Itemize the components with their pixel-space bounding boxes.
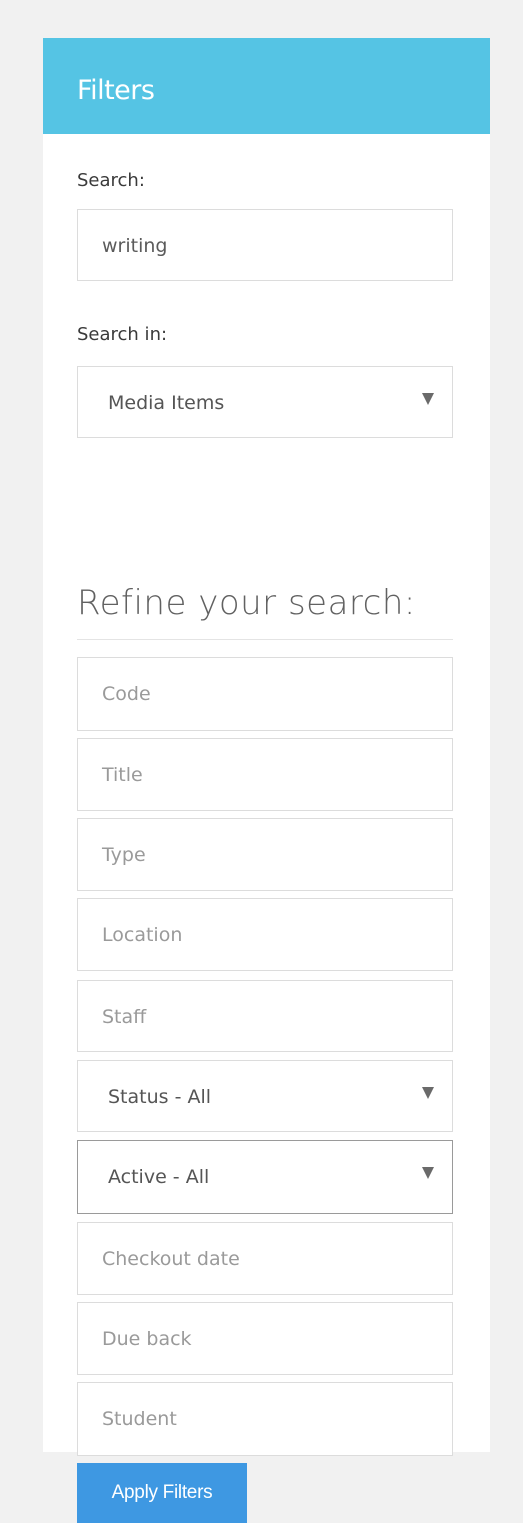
checkout-date-placeholder: Checkout date (102, 1248, 240, 1270)
search-input-value: writing (102, 235, 168, 257)
search-in-selected: Media Items (108, 392, 225, 414)
search-label: Search: (77, 170, 145, 191)
caret-down-icon (422, 1167, 434, 1179)
search-in-select[interactable]: Media Items (77, 366, 453, 438)
status-selected: Status - All (108, 1086, 212, 1108)
student-placeholder: Student (102, 1408, 177, 1430)
location-placeholder: Location (102, 924, 183, 946)
refine-heading: Refine your search: (77, 583, 416, 623)
location-field[interactable]: Location (77, 898, 453, 971)
title-placeholder: Title (102, 764, 143, 786)
code-field[interactable]: Code (77, 657, 453, 731)
divider (77, 639, 453, 640)
student-field[interactable]: Student (77, 1382, 453, 1456)
active-select[interactable]: Active - All (77, 1140, 453, 1214)
staff-field[interactable]: Staff (77, 980, 453, 1052)
code-placeholder: Code (102, 683, 151, 705)
caret-down-icon (422, 1087, 434, 1099)
search-in-label: Search in: (77, 324, 168, 345)
status-select[interactable]: Status - All (77, 1060, 453, 1132)
title-field[interactable]: Title (77, 738, 453, 811)
type-field[interactable]: Type (77, 818, 453, 891)
due-back-placeholder: Due back (102, 1328, 192, 1350)
active-selected: Active - All (108, 1166, 210, 1188)
type-placeholder: Type (102, 844, 146, 866)
apply-filters-button[interactable]: Apply Filters (77, 1463, 247, 1523)
search-input[interactable]: writing (77, 209, 453, 281)
filters-panel: Filters Search: writing Search in: Media… (43, 38, 490, 1523)
staff-placeholder: Staff (102, 1006, 147, 1028)
filters-title: Filters (77, 75, 155, 106)
caret-down-icon (422, 393, 434, 405)
due-back-field[interactable]: Due back (77, 1302, 453, 1375)
filters-header: Filters (43, 38, 490, 134)
checkout-date-field[interactable]: Checkout date (77, 1222, 453, 1295)
